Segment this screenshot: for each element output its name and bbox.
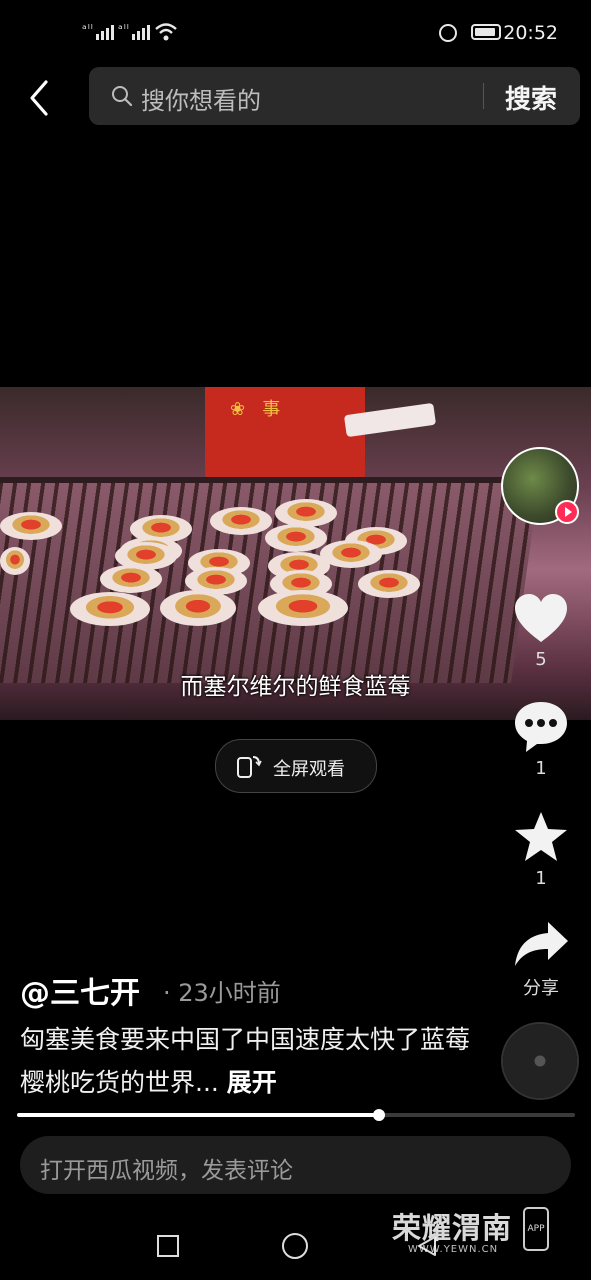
rotate-phone-icon: [237, 756, 262, 778]
like-count: 5: [535, 649, 547, 670]
oyster: [358, 570, 420, 598]
wifi-icon: [155, 23, 177, 41]
oyster: [275, 499, 337, 527]
oyster: [100, 565, 162, 593]
battery-icon: [471, 24, 501, 40]
oyster: [160, 590, 236, 626]
watermark-url: WWW.YEWN.CN: [408, 1244, 499, 1255]
search-input[interactable]: 搜你想看的: [141, 81, 261, 116]
comment-count: 1: [535, 758, 547, 779]
oyster: [0, 512, 62, 540]
post-time: · 23小时前: [163, 979, 281, 1007]
search-button[interactable]: 搜索: [505, 79, 557, 116]
favorite-count: 1: [535, 868, 547, 889]
signal-bars-icon-2: [132, 25, 150, 40]
watermark-brand: 荣耀渭南: [392, 1211, 513, 1245]
progress-fill: [17, 1113, 380, 1117]
comment-input[interactable]: 打开西瓜视频，发表评论: [20, 1136, 571, 1194]
search-divider: [483, 83, 484, 109]
fullscreen-button[interactable]: 全屏观看: [215, 739, 377, 793]
alarm-icon: [439, 24, 457, 42]
heart-icon[interactable]: [512, 590, 570, 648]
progress-handle[interactable]: [373, 1109, 386, 1121]
post-description: 匈塞美食要来中国了中国速度太快了蓝莓樱桃吃货的世界... 展开: [20, 1018, 480, 1104]
video-player[interactable]: ❀ 事 而塞尔维尔的鲜食蓝莓: [0, 387, 591, 720]
expand-button[interactable]: 展开: [227, 1068, 277, 1097]
oyster: [70, 592, 150, 626]
share-label[interactable]: 分享: [501, 974, 581, 1000]
fullscreen-label: 全屏观看: [273, 759, 345, 780]
live-play-badge-icon[interactable]: [555, 500, 579, 524]
back-arrow-icon[interactable]: [20, 78, 60, 118]
video-subtitle: 而塞尔维尔的鲜食蓝莓: [180, 674, 411, 700]
apron-pattern-icon: ❀ 事: [230, 399, 281, 420]
oyster: [320, 540, 382, 568]
oyster: [265, 524, 327, 552]
playback-progress[interactable]: [17, 1109, 575, 1121]
star-icon[interactable]: [512, 809, 570, 867]
search-icon: [112, 86, 133, 107]
status-bar: ᵃˡˡ ᵃˡˡ 20:52: [0, 0, 591, 60]
author-name[interactable]: @三七开: [20, 968, 140, 1012]
vendor-apron: [205, 387, 365, 482]
share-icon[interactable]: [512, 916, 570, 974]
comment-icon[interactable]: [512, 698, 570, 756]
comment-placeholder: 打开西瓜视频，发表评论: [40, 1158, 293, 1184]
status-time: 20:52: [503, 22, 558, 44]
search-bar[interactable]: 搜你想看的 搜索: [89, 67, 580, 125]
home-button[interactable]: [282, 1233, 308, 1259]
watermark-app-icon: APP: [523, 1207, 549, 1251]
signal-bars-icon: [96, 25, 114, 40]
recent-apps-button[interactable]: [157, 1235, 179, 1257]
music-disc-icon[interactable]: [503, 1024, 577, 1098]
oyster: [0, 547, 30, 575]
oyster: [258, 590, 348, 626]
oyster: [210, 507, 272, 535]
